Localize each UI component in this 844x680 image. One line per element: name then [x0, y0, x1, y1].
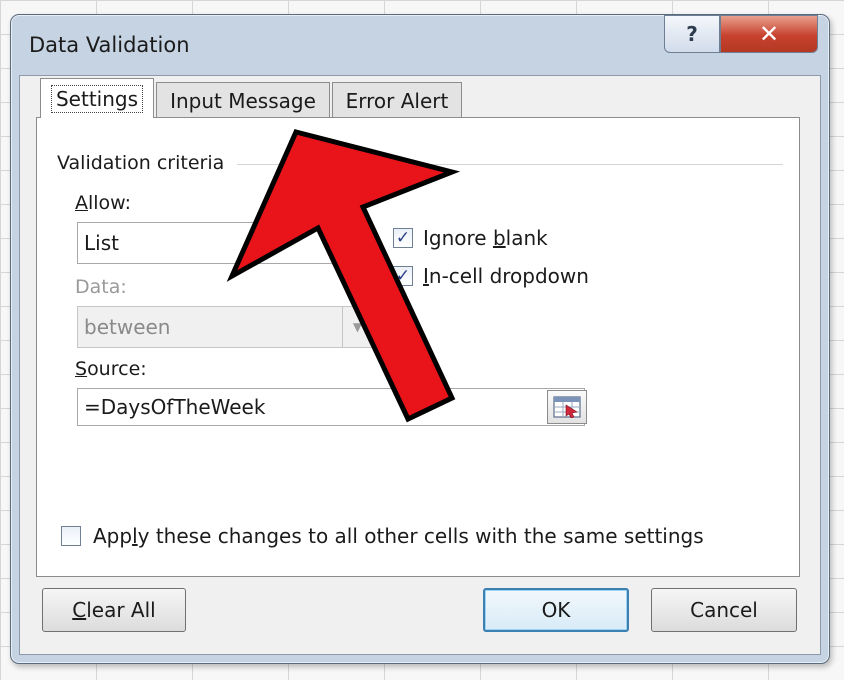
ignore-blank-checkbox[interactable]: ✓	[393, 228, 413, 248]
ignore-blank-label-accel: b	[492, 226, 506, 250]
tab-settings-label: Settings	[50, 84, 144, 113]
allow-label: Allow:	[75, 192, 131, 214]
chevron-down-icon: ▼	[342, 307, 372, 347]
group-divider	[237, 164, 783, 165]
checkmark-icon: ✓	[395, 265, 411, 286]
close-button[interactable]: ✕	[720, 15, 818, 53]
source-label-accel: S	[75, 358, 88, 380]
ignore-blank-label[interactable]: Ignore blank	[423, 226, 548, 250]
tab-input-message-label: Input Message	[170, 88, 316, 113]
settings-tab-panel: Validation criteria Allow: List ✓ Ignore…	[36, 117, 800, 577]
clear-all-button[interactable]: Clear All	[42, 588, 186, 632]
in-cell-dropdown-label[interactable]: In-cell dropdown	[423, 264, 589, 288]
data-select: between ▼	[77, 306, 373, 348]
ignore-blank-label-pre: Ignore	[423, 226, 493, 250]
range-selector-button[interactable]	[547, 390, 587, 424]
ignore-blank-label-post: lank	[505, 226, 548, 250]
data-select-value: between	[84, 315, 171, 339]
data-label: Data:	[75, 276, 127, 298]
source-input-value: =DaysOfTheWeek	[84, 395, 266, 419]
apply-all-label-post: y these changes to all other cells with …	[137, 524, 704, 548]
apply-all-label-pre: App	[93, 524, 133, 548]
close-icon: ✕	[758, 20, 780, 48]
apply-all-checkbox[interactable]	[61, 526, 81, 546]
allow-select-value: List	[84, 231, 119, 255]
clear-all-rest: lear All	[86, 598, 156, 622]
source-input[interactable]: =DaysOfTheWeek	[77, 388, 585, 426]
allow-label-rest: llow:	[88, 192, 132, 214]
source-label: Source:	[75, 358, 147, 380]
allow-select[interactable]: List	[77, 222, 373, 264]
checkmark-icon: ✓	[395, 227, 411, 248]
in-cell-dropdown-label-rest: n-cell dropdown	[428, 264, 589, 288]
source-label-rest: ource:	[87, 358, 147, 380]
range-selector-icon	[553, 396, 581, 418]
clear-all-accel: C	[72, 598, 87, 622]
cancel-button[interactable]: Cancel	[651, 588, 797, 632]
dialog-title: Data Validation	[29, 33, 190, 57]
validation-criteria-heading: Validation criteria	[57, 152, 225, 174]
ok-button[interactable]: OK	[483, 588, 629, 632]
help-button[interactable]: ?	[664, 15, 720, 53]
in-cell-dropdown-checkbox[interactable]: ✓	[393, 266, 413, 286]
allow-label-accel: A	[75, 192, 88, 214]
tab-settings[interactable]: Settings	[40, 78, 154, 118]
tab-input-message[interactable]: Input Message	[156, 82, 330, 118]
tab-error-alert[interactable]: Error Alert	[332, 82, 462, 118]
apply-all-label[interactable]: Apply these changes to all other cells w…	[93, 524, 704, 548]
tab-error-alert-label: Error Alert	[345, 88, 449, 113]
